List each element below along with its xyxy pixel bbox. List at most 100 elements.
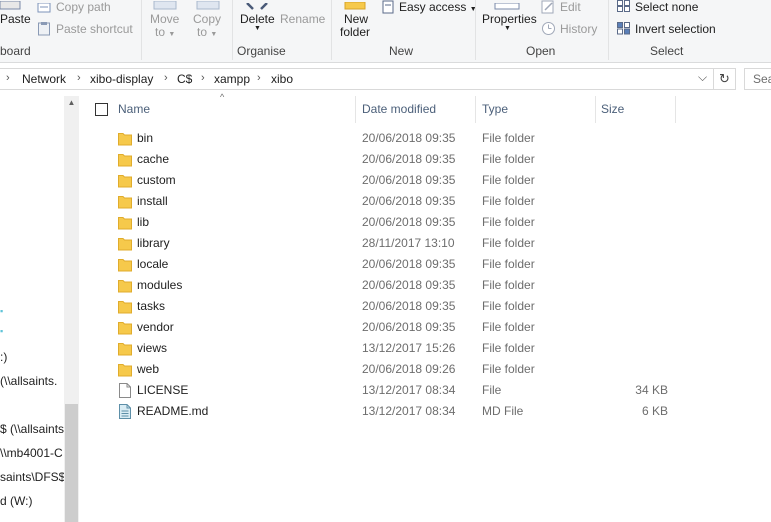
file-date-modified: 20/06/2018 09:35 bbox=[362, 194, 456, 208]
column-header-size[interactable]: Size bbox=[601, 96, 675, 123]
refresh-button[interactable]: ↻ bbox=[714, 68, 736, 90]
table-row[interactable]: tasks 20/06/2018 09:35 File folder bbox=[80, 296, 680, 317]
file-type: File folder bbox=[482, 194, 535, 208]
column-divider[interactable] bbox=[475, 96, 476, 123]
address-bar[interactable]: › Network › xibo-display › C$ › xampp › … bbox=[0, 68, 714, 90]
folder-icon bbox=[118, 236, 132, 251]
column-divider[interactable] bbox=[595, 96, 596, 123]
column-divider[interactable] bbox=[355, 96, 356, 123]
breadcrumb-xampp[interactable]: xampp bbox=[214, 72, 250, 86]
new-folder-button[interactable]: New bbox=[344, 12, 368, 26]
file-date-modified: 28/11/2017 13:10 bbox=[362, 236, 455, 250]
chevron-right-icon[interactable]: › bbox=[164, 72, 168, 84]
table-row[interactable]: locale 20/06/2018 09:35 File folder bbox=[80, 254, 680, 275]
file-date-modified: 13/12/2017 08:34 bbox=[362, 404, 456, 418]
file-type: File folder bbox=[482, 173, 535, 187]
table-row[interactable]: install 20/06/2018 09:35 File folder bbox=[80, 191, 680, 212]
table-row[interactable]: library 28/11/2017 13:10 File folder bbox=[80, 233, 680, 254]
breadcrumb-network[interactable]: Network bbox=[22, 72, 66, 86]
properties-dropdown-icon[interactable]: ▼ bbox=[504, 25, 511, 32]
delete-button[interactable]: Delete bbox=[240, 12, 275, 26]
ribbon-separator bbox=[331, 0, 332, 60]
file-type: File bbox=[482, 383, 502, 397]
scroll-up-icon[interactable]: ▲ bbox=[64, 98, 79, 112]
paste-button[interactable]: Paste bbox=[0, 12, 31, 26]
select-all-checkbox[interactable] bbox=[95, 103, 108, 116]
nav-item-w-drive[interactable]: d (W:) bbox=[0, 494, 32, 508]
nav-item-allsaints-share[interactable]: (\\allsaints. bbox=[0, 374, 57, 388]
table-row[interactable]: cache 20/06/2018 09:35 File folder bbox=[80, 149, 680, 170]
chevron-right-icon[interactable]: › bbox=[257, 72, 261, 84]
file-type: File folder bbox=[482, 362, 535, 376]
ribbon-separator bbox=[475, 0, 476, 60]
file-date-modified: 20/06/2018 09:35 bbox=[362, 320, 456, 334]
table-row[interactable]: vendor 20/06/2018 09:35 File folder bbox=[80, 317, 680, 338]
nav-scrollbar[interactable]: ▲ bbox=[64, 96, 79, 522]
file-type: File folder bbox=[482, 131, 535, 145]
chevron-right-icon[interactable]: › bbox=[77, 72, 81, 84]
properties-button[interactable]: Properties bbox=[482, 12, 537, 26]
file-name: vendor bbox=[137, 320, 174, 334]
table-row[interactable]: custom 20/06/2018 09:35 File folder bbox=[80, 170, 680, 191]
easy-access-button[interactable]: Easy access ▼ bbox=[399, 0, 477, 14]
copy-to-icon bbox=[195, 0, 221, 10]
copy-path-button[interactable]: Copy path bbox=[56, 0, 111, 14]
refresh-icon: ↻ bbox=[719, 71, 730, 86]
select-none-icon bbox=[617, 0, 631, 12]
edit-icon bbox=[541, 0, 555, 14]
invert-selection-button[interactable]: Invert selection bbox=[635, 22, 716, 36]
column-header-name[interactable]: Name bbox=[118, 96, 354, 123]
file-name: lib bbox=[137, 215, 150, 229]
breadcrumb-c-share[interactable]: C$ bbox=[177, 72, 192, 86]
copy-to-button[interactable]: Copy bbox=[193, 12, 221, 26]
file-name: web bbox=[137, 362, 160, 376]
history-button[interactable]: History bbox=[560, 22, 597, 36]
folder-icon bbox=[118, 299, 132, 314]
table-row[interactable]: web 20/06/2018 09:26 File folder bbox=[80, 359, 680, 380]
delete-dropdown-icon[interactable]: ▼ bbox=[254, 25, 261, 32]
file-name: install bbox=[137, 194, 168, 208]
file-type: MD File bbox=[482, 404, 524, 418]
column-header-type[interactable]: Type bbox=[482, 96, 592, 123]
table-row[interactable]: views 13/12/2017 15:26 File folder bbox=[80, 338, 680, 359]
ribbon: Paste Copy path Paste shortcut board Mov… bbox=[0, 0, 771, 63]
md-file-icon bbox=[118, 404, 132, 419]
search-input[interactable]: Sea bbox=[744, 68, 771, 90]
table-row[interactable]: LICENSE 13/12/2017 08:34 File 34 KB bbox=[80, 380, 680, 401]
folder-icon bbox=[118, 320, 132, 335]
file-date-modified: 20/06/2018 09:35 bbox=[362, 215, 456, 229]
table-row[interactable]: README.md 13/12/2017 08:34 MD File 6 KB bbox=[80, 401, 680, 422]
file-date-modified: 20/06/2018 09:35 bbox=[362, 299, 456, 313]
history-icon bbox=[541, 21, 556, 36]
column-divider[interactable] bbox=[675, 96, 676, 123]
breadcrumb-xibo[interactable]: xibo bbox=[271, 72, 293, 86]
select-none-button[interactable]: Select none bbox=[635, 0, 698, 14]
breadcrumb-xibo-display[interactable]: xibo-display bbox=[90, 72, 153, 86]
address-history-dropdown-icon[interactable]: ⌵ bbox=[698, 70, 707, 85]
edit-button[interactable]: Edit bbox=[560, 0, 581, 14]
file-icon bbox=[118, 383, 132, 398]
paste-shortcut-button[interactable]: Paste shortcut bbox=[56, 22, 133, 36]
table-row[interactable]: lib 20/06/2018 09:35 File folder bbox=[80, 212, 680, 233]
nav-item-allsaints-dollar-share[interactable]: $ (\\allsaints bbox=[0, 422, 64, 436]
column-header-date-modified[interactable]: Date modified bbox=[362, 96, 474, 123]
navigation-pane: ▪ ▪ :) (\\allsaints. $ (\\allsaints \\mb… bbox=[0, 96, 79, 522]
file-type: File folder bbox=[482, 215, 535, 229]
organise-group-label: Organise bbox=[237, 44, 286, 58]
paste-shortcut-icon bbox=[38, 22, 50, 36]
clipboard-group-label: board bbox=[0, 44, 31, 58]
file-type: File folder bbox=[482, 299, 535, 313]
nav-scrollbar-thumb[interactable] bbox=[65, 404, 78, 522]
file-date-modified: 20/06/2018 09:35 bbox=[362, 152, 456, 166]
table-row[interactable]: bin 20/06/2018 09:35 File folder bbox=[80, 128, 680, 149]
rename-button[interactable]: Rename bbox=[280, 12, 325, 26]
nav-item-drive[interactable]: :) bbox=[0, 350, 7, 364]
chevron-right-icon[interactable]: › bbox=[201, 72, 205, 84]
move-to-button[interactable]: Move bbox=[150, 12, 179, 26]
file-type: File folder bbox=[482, 341, 535, 355]
address-row: › Network › xibo-display › C$ › xampp › … bbox=[0, 64, 771, 92]
table-row[interactable]: modules 20/06/2018 09:35 File folder bbox=[80, 275, 680, 296]
nav-item-mb4001-share[interactable]: \\mb4001-C bbox=[0, 446, 63, 460]
file-name: library bbox=[137, 236, 170, 250]
file-size: 6 KB bbox=[641, 404, 668, 418]
